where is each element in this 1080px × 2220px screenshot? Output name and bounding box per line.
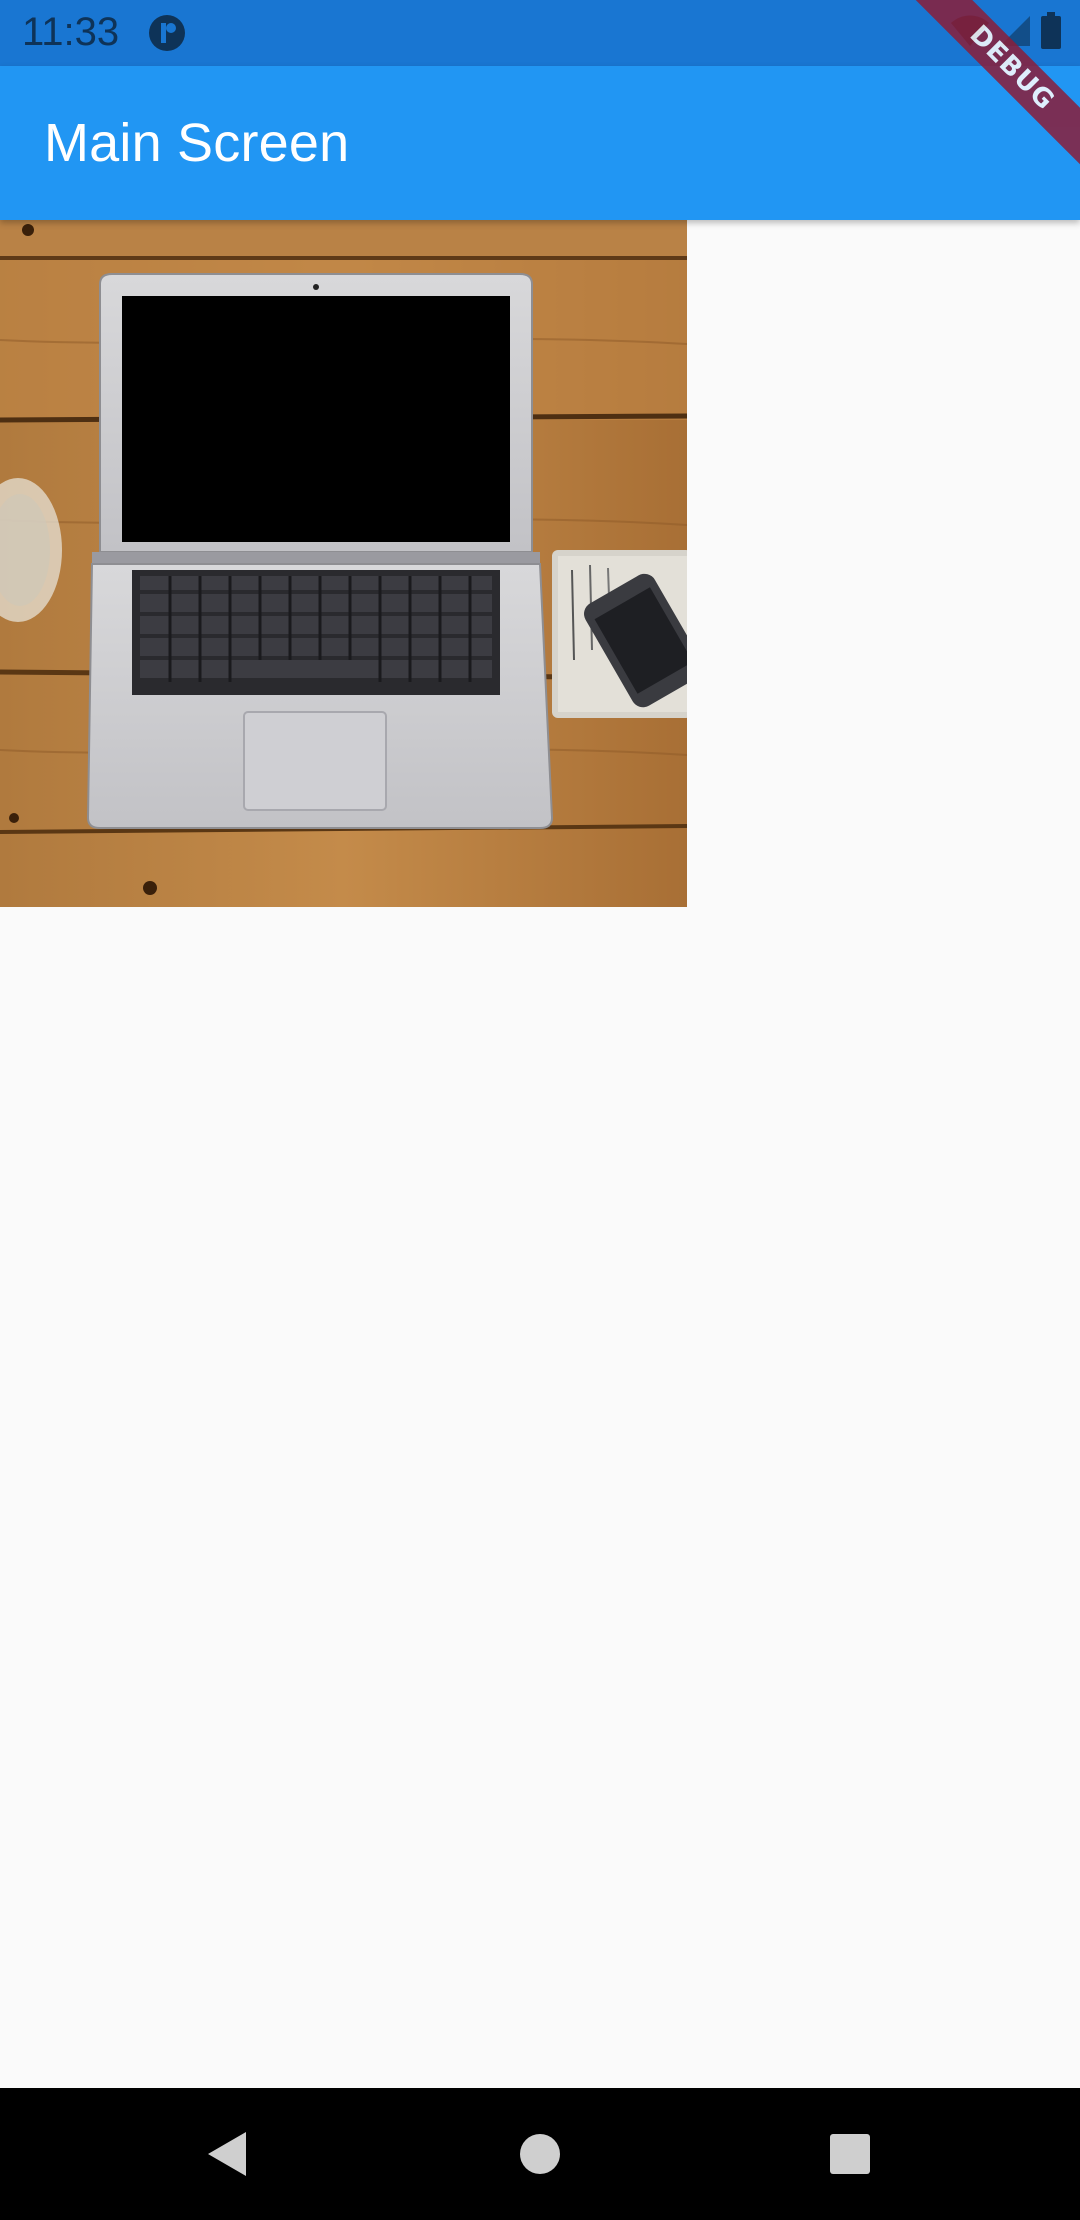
status-bar: 11:33 xyxy=(0,0,1080,66)
laptop-photo xyxy=(0,220,704,907)
battery-icon xyxy=(1040,11,1062,55)
main-screen: 11:33 DEBUG Main Screen xyxy=(0,0,1080,2220)
status-icons xyxy=(950,11,1062,55)
back-icon xyxy=(208,2132,246,2176)
signal-icon xyxy=(998,14,1032,53)
page-title: Main Screen xyxy=(44,113,350,173)
wifi-icon xyxy=(950,14,990,53)
app-notification-icon xyxy=(148,14,186,52)
recents-icon xyxy=(830,2134,870,2174)
back-button[interactable] xyxy=(194,2122,258,2186)
status-time: 11:33 xyxy=(22,10,120,54)
app-bar: Main Screen xyxy=(0,66,1080,220)
recents-button[interactable] xyxy=(818,2122,882,2186)
home-button[interactable] xyxy=(508,2122,572,2186)
home-icon xyxy=(520,2134,560,2174)
navigation-bar xyxy=(0,2088,1080,2220)
